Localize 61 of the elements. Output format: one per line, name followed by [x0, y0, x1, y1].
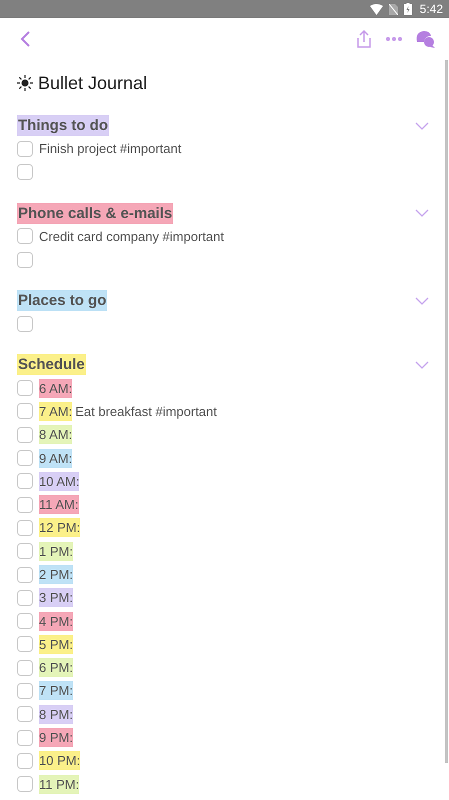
time-label: 2 PM:	[39, 565, 73, 584]
checkbox[interactable]	[17, 426, 33, 443]
chevron-down-icon[interactable]	[415, 360, 429, 369]
section-heading: Schedule	[17, 354, 86, 376]
checkbox[interactable]	[17, 730, 33, 746]
time-label: 10 PM:	[39, 751, 80, 770]
status-time: 5:42	[420, 2, 443, 16]
checkbox[interactable]	[17, 660, 33, 676]
time-label: 1 PM:	[39, 542, 73, 561]
item-text: Eat breakfast #important	[75, 404, 217, 419]
checkbox[interactable]	[17, 776, 33, 792]
checkbox[interactable]	[17, 752, 33, 769]
time-label: 3 PM:	[39, 588, 73, 608]
checkbox[interactable]	[17, 252, 33, 268]
checkbox[interactable]	[17, 520, 33, 536]
time-label: 11 PM:	[39, 774, 80, 794]
time-label: 7 PM:	[39, 681, 73, 700]
time-label: 10 AM:	[39, 472, 80, 491]
share-icon[interactable]	[355, 29, 373, 49]
sun-icon	[17, 75, 33, 91]
section-heading: Things to do	[17, 115, 109, 136]
checkbox[interactable]	[17, 164, 33, 180]
checkbox[interactable]	[17, 316, 33, 332]
time-label: 6 AM:	[39, 378, 72, 398]
checkbox[interactable]	[17, 636, 33, 652]
chevron-down-icon[interactable]	[415, 296, 429, 305]
time-label: 7 AM:	[39, 402, 72, 421]
time-label: 8 PM:	[39, 704, 73, 724]
checkbox[interactable]	[17, 566, 33, 582]
more-icon[interactable]	[385, 36, 403, 42]
checkbox[interactable]	[17, 403, 33, 420]
time-label: 9 AM:	[39, 448, 72, 468]
time-label: 4 PM:	[39, 612, 73, 631]
battery-icon	[404, 3, 412, 15]
checkbox[interactable]	[17, 543, 33, 560]
item-text: Credit card company #important	[39, 228, 224, 244]
checkbox[interactable]	[17, 682, 33, 699]
checkbox[interactable]	[17, 228, 33, 244]
time-label: 9 PM:	[39, 728, 73, 748]
note-title: Bullet Journal	[38, 72, 148, 94]
checkbox[interactable]	[17, 496, 33, 513]
checkbox[interactable]	[17, 706, 33, 722]
wifi-icon	[370, 4, 383, 14]
time-label: 8 AM:	[39, 425, 72, 444]
section-heading: Places to go	[17, 290, 108, 312]
chevron-down-icon[interactable]	[415, 122, 429, 130]
chevron-down-icon[interactable]	[415, 209, 429, 218]
checkbox[interactable]	[17, 380, 33, 396]
time-label: 12 PM:	[39, 518, 80, 538]
chat-bubbles-icon[interactable]	[415, 30, 435, 48]
checkbox[interactable]	[17, 590, 33, 606]
section-heading: Phone calls & e-mails	[17, 202, 174, 224]
time-label: 6 PM:	[39, 658, 73, 678]
item-text: Finish project #important	[39, 141, 182, 156]
time-label: 5 PM:	[39, 634, 73, 654]
time-label: 11 AM:	[39, 495, 79, 514]
checkbox[interactable]	[17, 613, 33, 630]
checkbox[interactable]	[17, 450, 33, 466]
no-sim-icon	[388, 4, 398, 14]
checkbox[interactable]	[17, 140, 33, 157]
checkbox[interactable]	[17, 473, 33, 490]
